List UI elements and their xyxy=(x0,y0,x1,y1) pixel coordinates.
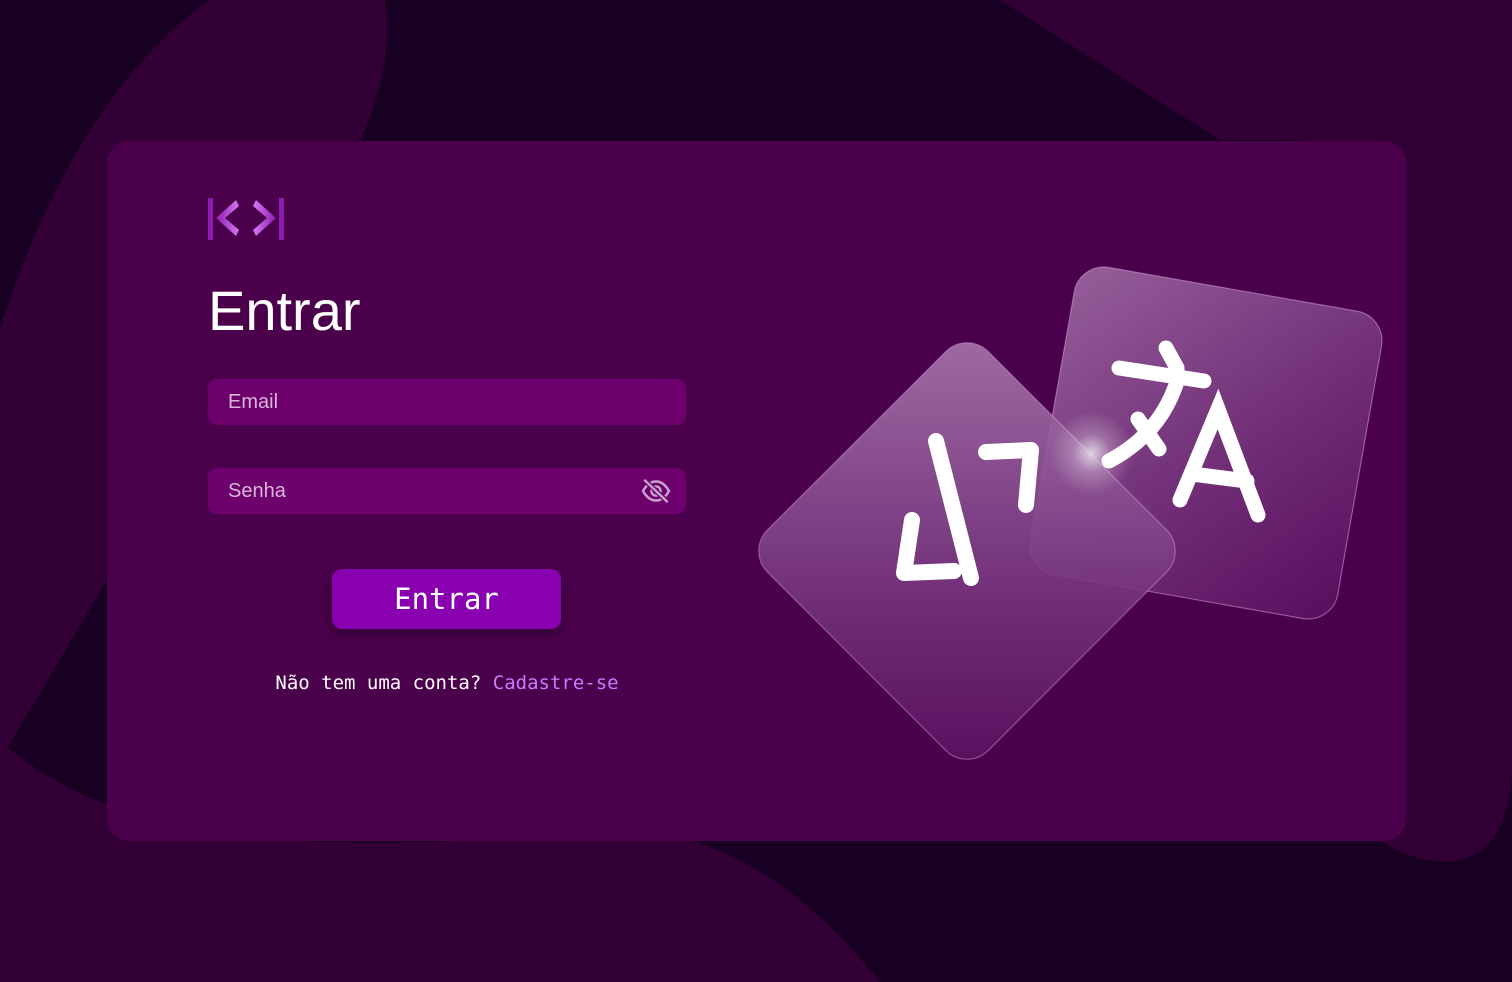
eye-off-icon[interactable] xyxy=(640,476,672,506)
email-field-container xyxy=(208,379,686,425)
password-input[interactable] xyxy=(208,468,686,514)
email-input[interactable] xyxy=(208,379,686,425)
password-field-container xyxy=(208,468,686,514)
login-card: Entrar Entrar Não tem uma conta? Cadastr… xyxy=(107,141,1406,841)
translation-illustration xyxy=(758,266,1383,760)
signup-link[interactable]: Cadastre-se xyxy=(493,672,619,694)
page-title: Entrar xyxy=(208,279,361,342)
signup-prompt: Não tem uma conta? xyxy=(275,672,493,694)
logo-icon xyxy=(208,196,284,242)
signup-row: Não tem uma conta? Cadastre-se xyxy=(208,672,686,694)
login-button[interactable]: Entrar xyxy=(332,569,561,629)
